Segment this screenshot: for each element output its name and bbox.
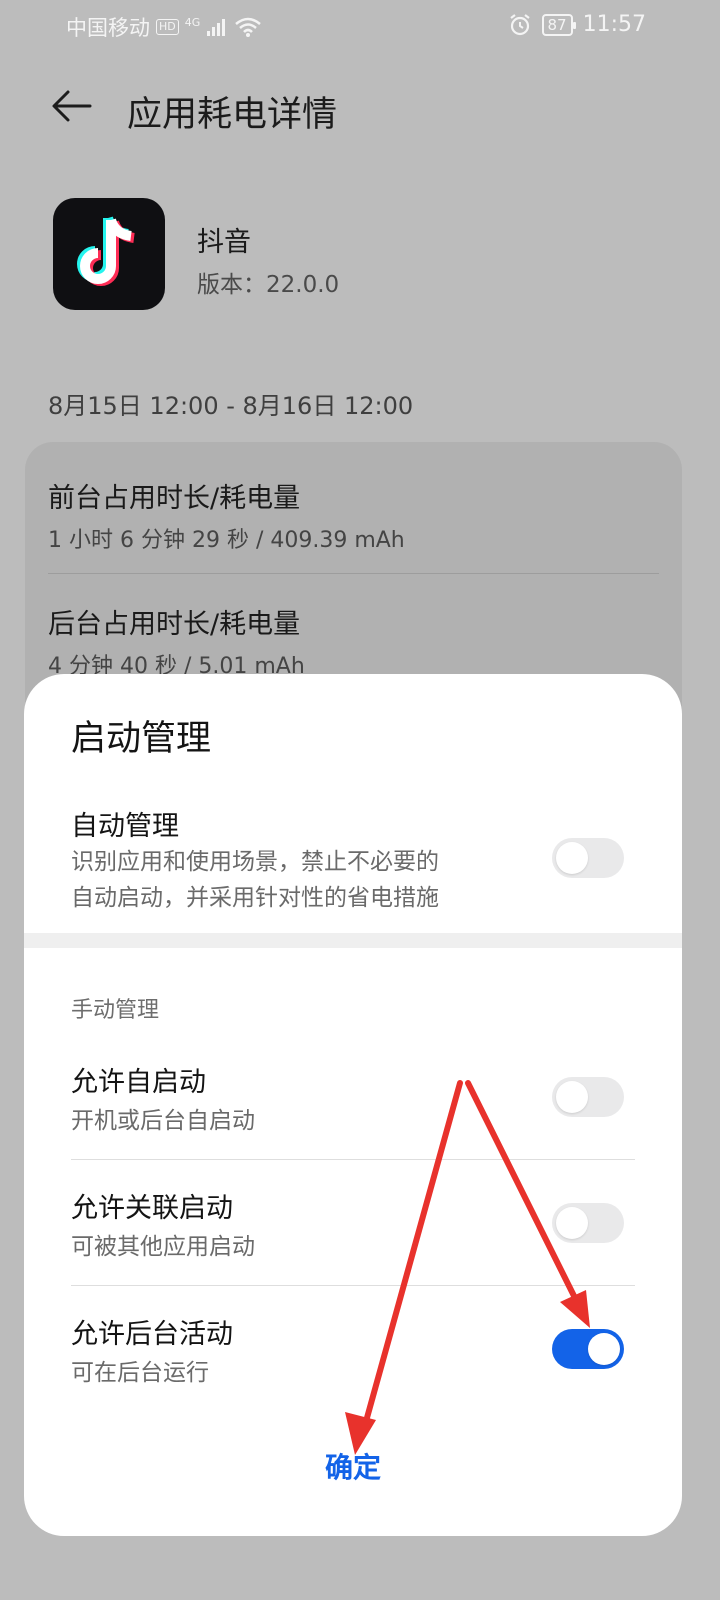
sheet-title: 启动管理 [71,719,212,759]
allow-linked-start-toggle[interactable] [552,1203,624,1243]
foreground-usage-title: 前台占用时长/耗电量 [48,483,301,514]
allow-background-activity-toggle[interactable] [552,1329,624,1369]
auto-manage-desc-line2: 自动启动，并采用针对性的省电措施 [71,885,439,911]
toggle-knob [556,1081,588,1113]
allow-auto-start-desc: 开机或后台自启动 [71,1108,255,1134]
divider [48,573,659,574]
divider [71,1285,635,1286]
background-usage-title: 后台占用时长/耗电量 [48,609,301,640]
network-type: 4G [184,15,201,29]
signal-icon [207,19,226,36]
toggle-knob [588,1333,620,1365]
date-range: 8月15日 12:00 - 8月16日 12:00 [48,392,414,420]
section-separator [24,933,682,948]
auto-manage-desc-line1: 识别应用和使用场景，禁止不必要的 [71,849,439,875]
toggle-knob [556,1207,588,1239]
app-icon [53,198,165,310]
auto-manage-title: 自动管理 [71,811,179,842]
toggle-knob [556,842,588,874]
battery-indicator: 87 [541,13,576,36]
allow-linked-start-desc: 可被其他应用启动 [71,1234,255,1260]
launch-management-sheet: 启动管理 自动管理 识别应用和使用场景，禁止不必要的 自动启动，并采用针对性的省… [24,674,682,1536]
allow-linked-start-title: 允许关联启动 [71,1193,233,1224]
allow-auto-start-title: 允许自启动 [71,1067,206,1098]
status-bar-right: 87 11:57 [508,12,646,37]
allow-background-activity-desc: 可在后台运行 [71,1360,209,1386]
tiktok-logo-icon [77,216,135,286]
clock: 11:57 [582,12,646,37]
wifi-icon [235,17,262,37]
app-version: 版本：22.0.0 [197,272,340,298]
confirm-button[interactable]: 确定 [303,1446,403,1486]
manual-manage-label: 手动管理 [71,998,160,1023]
auto-manage-toggle[interactable] [552,838,624,878]
app-name: 抖音 [197,227,251,258]
status-bar-left: 中国移动 HD 4G [66,12,262,42]
allow-background-activity-title: 允许后台活动 [71,1319,233,1350]
allow-auto-start-toggle[interactable] [552,1077,624,1117]
carrier-label: 中国移动 [66,16,150,40]
alarm-icon [509,13,530,35]
foreground-usage-value: 1 小时 6 分钟 29 秒 / 409.39 mAh [48,528,405,553]
divider [71,1159,635,1160]
back-arrow-icon[interactable] [50,84,94,128]
page-title: 应用耗电详情 [127,95,338,135]
hd-badge: HD [156,19,179,35]
